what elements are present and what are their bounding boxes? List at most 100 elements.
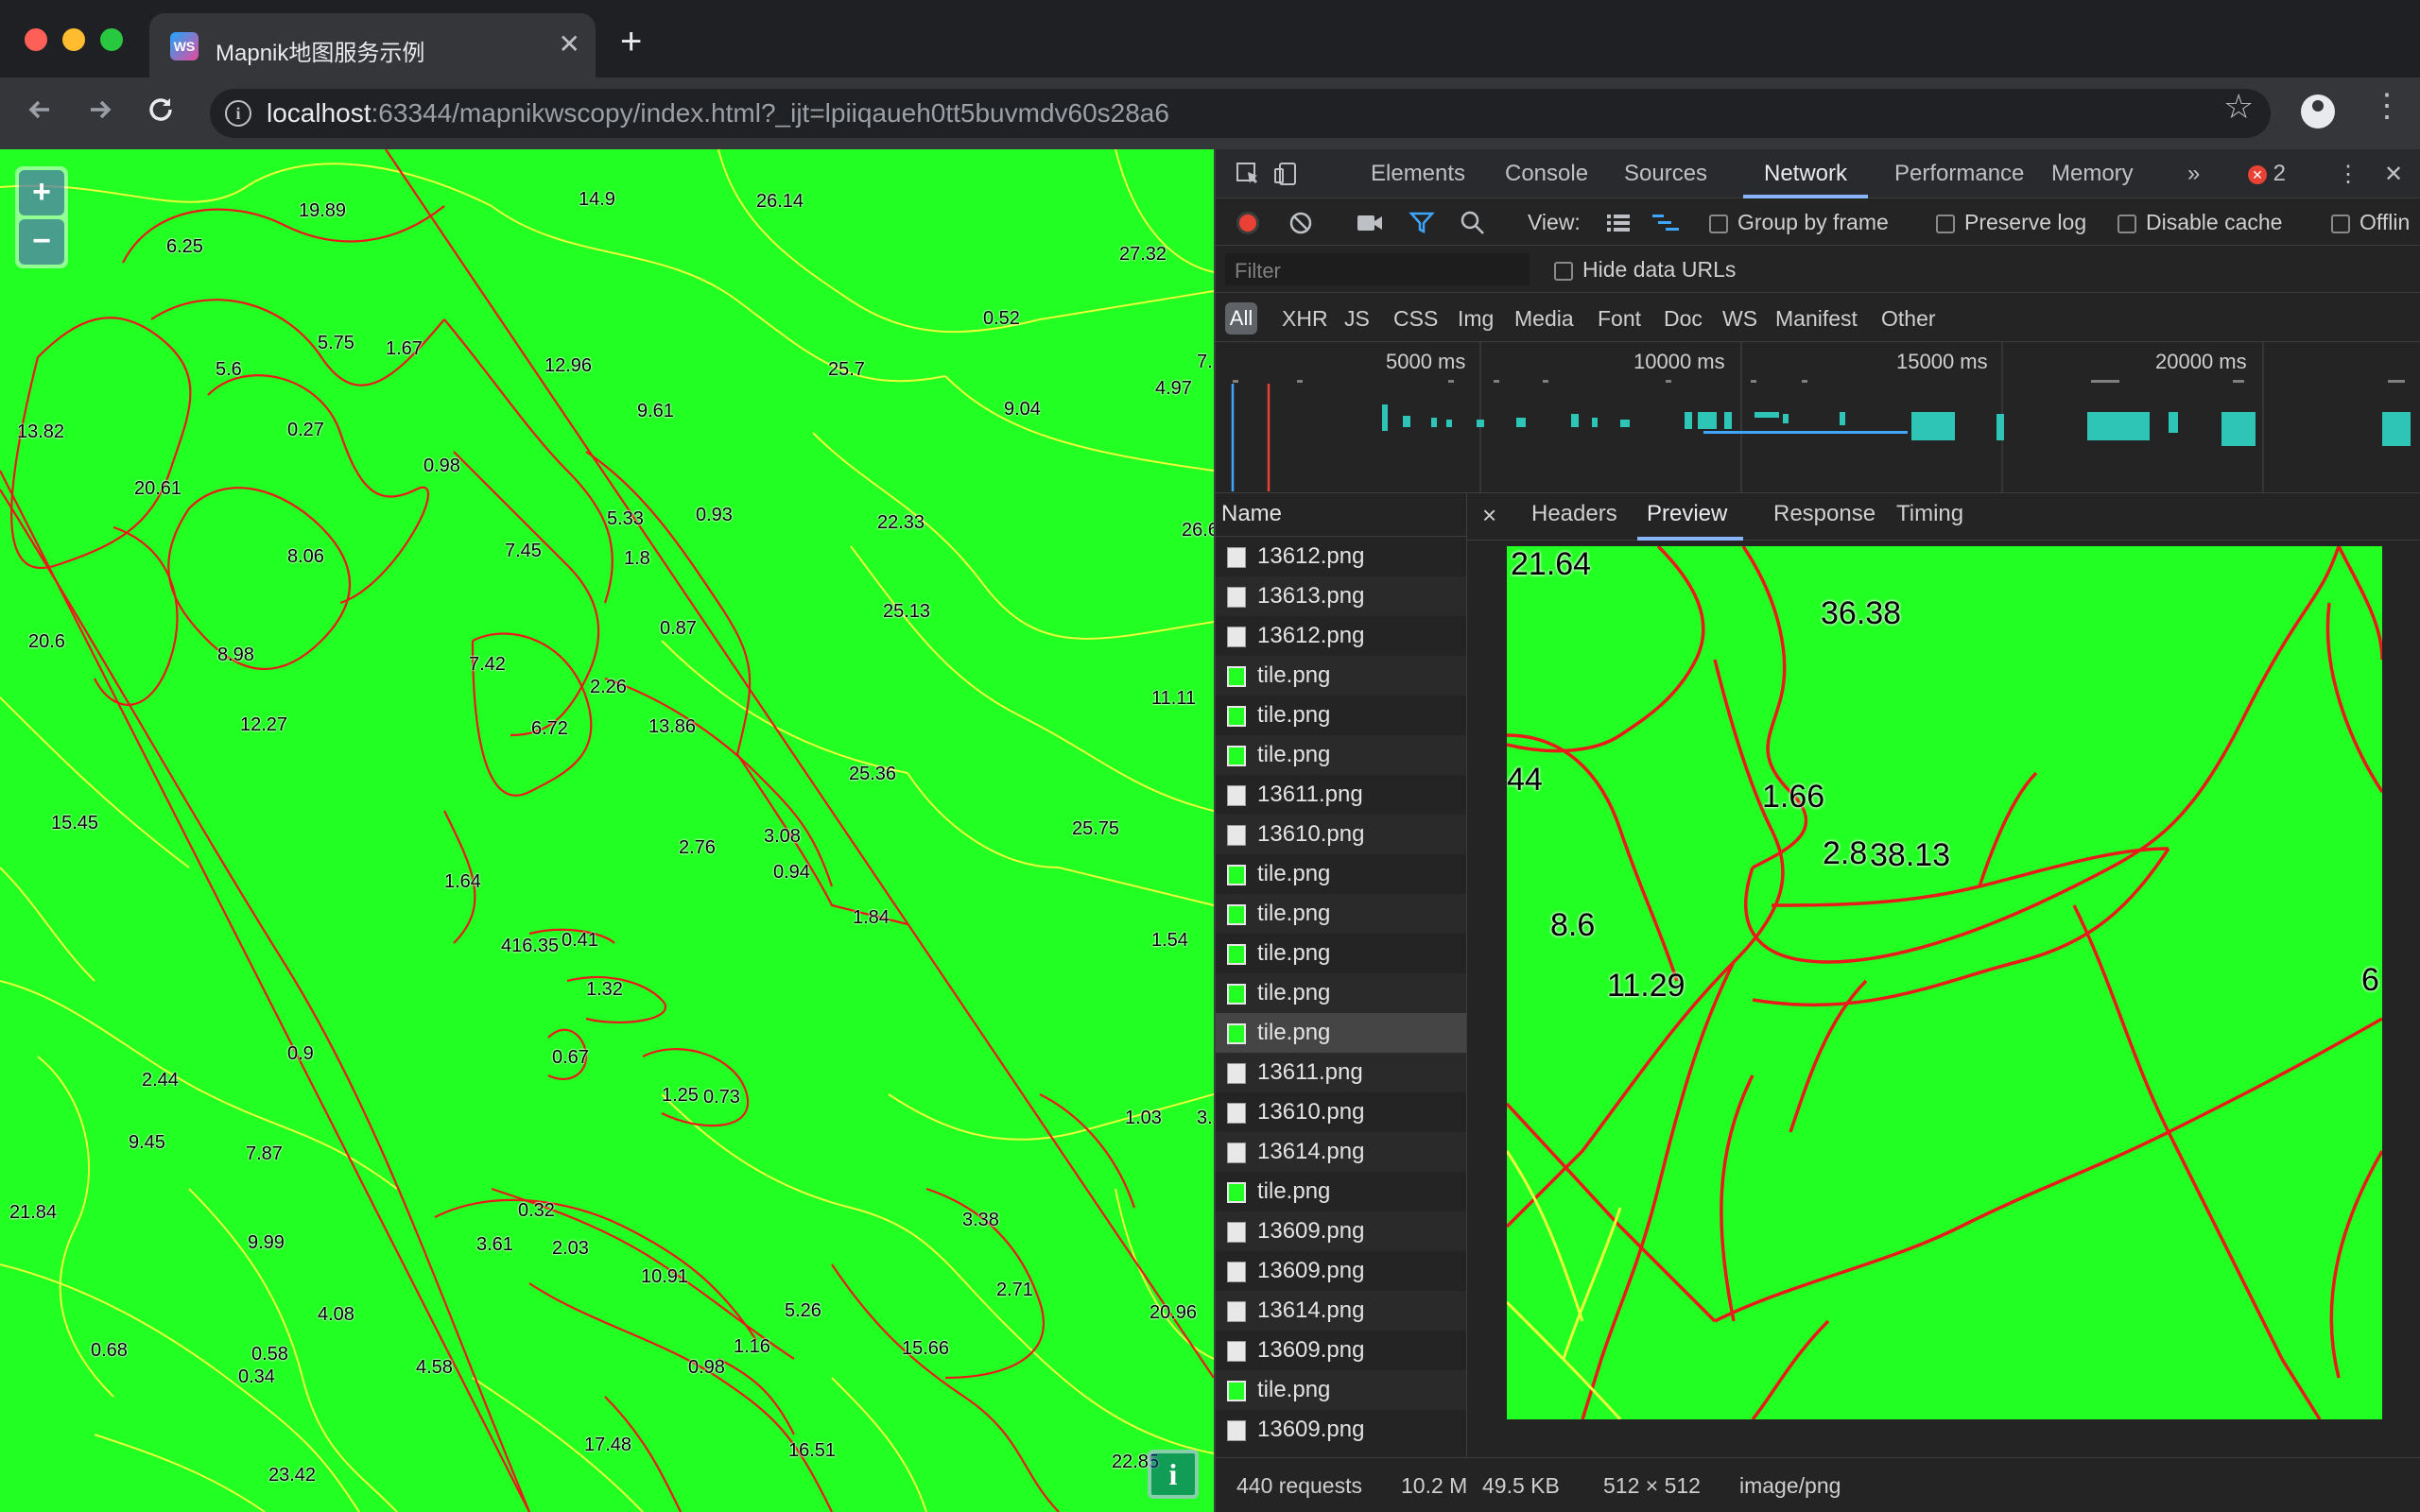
- maximize-window-button[interactable]: [100, 28, 123, 51]
- devtools-tabbar: Elements Console Sources Network Perform…: [1216, 149, 2420, 198]
- tab-headers[interactable]: Headers: [1531, 501, 1617, 527]
- request-list: 13612.png 13613.png 13612.png tile.png tile.…: [1216, 537, 1466, 1450]
- request-row[interactable]: 13609.png: [1216, 1251, 1466, 1291]
- timeline-tick-label: 15000 ms: [1896, 350, 1988, 373]
- request-row[interactable]: tile.png: [1216, 934, 1466, 973]
- request-row[interactable]: 13614.png: [1216, 1291, 1466, 1331]
- minimize-window-button[interactable]: [62, 28, 85, 51]
- screenshot-camera-icon[interactable]: [1356, 212, 1384, 234]
- preview-polygon-label: 44: [1507, 762, 1543, 798]
- forward-button[interactable]: [85, 94, 115, 132]
- record-icon[interactable]: [1236, 212, 1259, 234]
- bookmark-star-icon[interactable]: ☆: [2223, 87, 2254, 127]
- filter-funnel-icon[interactable]: [1409, 210, 1435, 236]
- search-icon[interactable]: [1460, 210, 1486, 236]
- timeline-tick-label: 5000 ms: [1386, 350, 1466, 373]
- name-column-header[interactable]: Name: [1216, 493, 1466, 537]
- devtools-close-icon[interactable]: ✕: [2384, 161, 2403, 188]
- map-polygon-label: 0.94: [773, 862, 810, 883]
- request-row[interactable]: tile.png: [1216, 656, 1466, 696]
- request-row[interactable]: tile.png: [1216, 854, 1466, 894]
- url-text[interactable]: localhost:63344/mapnikwscopy/index.html?…: [267, 98, 1169, 129]
- request-row[interactable]: tile.png: [1216, 894, 1466, 934]
- request-row[interactable]: 13609.png: [1216, 1331, 1466, 1370]
- request-row[interactable]: tile.png: [1216, 1013, 1466, 1053]
- request-row[interactable]: 13611.png: [1216, 1053, 1466, 1092]
- tab-close-icon[interactable]: ✕: [559, 30, 580, 59]
- request-row[interactable]: tile.png: [1216, 696, 1466, 735]
- inspect-element-icon[interactable]: [1235, 161, 1261, 187]
- type-filter-media[interactable]: Media: [1514, 306, 1574, 332]
- request-row[interactable]: 13610.png: [1216, 815, 1466, 854]
- filter-input[interactable]: Filter: [1225, 253, 1530, 285]
- map-polygon-label: 26.6: [1182, 520, 1214, 541]
- profile-avatar-icon[interactable]: [2301, 94, 2335, 129]
- request-row[interactable]: 13610.png: [1216, 1092, 1466, 1132]
- type-filter-other[interactable]: Other: [1881, 306, 1936, 332]
- request-row[interactable]: tile.png: [1216, 973, 1466, 1013]
- request-row[interactable]: 13613.png: [1216, 576, 1466, 616]
- tab-response[interactable]: Response: [1773, 501, 1876, 527]
- group-by-frame-checkbox[interactable]: Group by frame: [1709, 210, 1889, 235]
- reload-button[interactable]: [146, 94, 176, 132]
- tab-elements[interactable]: Elements: [1371, 161, 1465, 187]
- tab-preview[interactable]: Preview: [1647, 501, 1727, 527]
- back-button[interactable]: [25, 94, 55, 132]
- request-name: 13609.png: [1257, 1258, 1365, 1283]
- preserve-log-checkbox[interactable]: Preserve log: [1936, 210, 2086, 235]
- devtools-menu-icon[interactable]: ⋮: [2337, 161, 2360, 188]
- map-polygon-label: 6.72: [531, 718, 568, 739]
- map-polygon-label: 17.48: [584, 1435, 632, 1455]
- type-filter-js[interactable]: JS: [1344, 306, 1370, 332]
- attribution-info-button[interactable]: i: [1148, 1450, 1199, 1499]
- request-row[interactable]: 13612.png: [1216, 537, 1466, 576]
- map-view[interactable]: 19.89 14.9 26.14 6.25 27.32 0.52 5.75 1.67 5.6 12…: [0, 149, 1214, 1512]
- zoom-in-button[interactable]: +: [19, 170, 64, 215]
- type-filter-ws[interactable]: WS: [1722, 306, 1757, 332]
- browser-menu-icon[interactable]: ⋮: [2371, 87, 2403, 125]
- request-row[interactable]: tile.png: [1216, 1172, 1466, 1211]
- type-filter-font[interactable]: Font: [1598, 306, 1641, 332]
- type-filter-css[interactable]: CSS: [1393, 306, 1438, 332]
- type-filter-img[interactable]: Img: [1458, 306, 1494, 332]
- address-bar[interactable]: i localhost:63344/mapnikwscopy/index.htm…: [210, 89, 2271, 138]
- more-tabs-icon[interactable]: »: [2187, 161, 2200, 187]
- close-window-button[interactable]: [25, 28, 47, 51]
- map-polygon-label: 25.75: [1072, 818, 1120, 839]
- tab-network[interactable]: Network: [1764, 161, 1847, 187]
- clear-icon[interactable]: [1288, 210, 1314, 236]
- detail-close-icon[interactable]: ×: [1482, 501, 1496, 530]
- type-filter-doc[interactable]: Doc: [1664, 306, 1703, 332]
- error-badge[interactable]: ✕ 2: [2248, 161, 2286, 187]
- request-row[interactable]: 13609.png: [1216, 1410, 1466, 1450]
- type-filter-all[interactable]: All: [1225, 302, 1257, 335]
- request-name: 13614.png: [1257, 1297, 1365, 1323]
- tab-timing[interactable]: Timing: [1896, 501, 1963, 527]
- map-polygon-label: 12.27: [240, 714, 288, 735]
- request-name: 13612.png: [1257, 623, 1365, 648]
- request-row[interactable]: 13609.png: [1216, 1211, 1466, 1251]
- site-info-icon[interactable]: i: [225, 100, 251, 127]
- new-tab-button[interactable]: +: [620, 23, 642, 60]
- network-overview-timeline[interactable]: 5000 ms 10000 ms 15000 ms 20000 ms: [1216, 342, 2420, 493]
- map-polygon-label: 5.75: [318, 333, 354, 353]
- disable-cache-checkbox[interactable]: Disable cache: [2118, 210, 2282, 235]
- request-row[interactable]: 13614.png: [1216, 1132, 1466, 1172]
- type-filter-manifest[interactable]: Manifest: [1775, 306, 1858, 332]
- request-row[interactable]: 13611.png: [1216, 775, 1466, 815]
- device-toolbar-icon[interactable]: [1272, 161, 1299, 187]
- large-rows-icon[interactable]: [1605, 212, 1632, 234]
- tab-performance[interactable]: Performance: [1894, 161, 2024, 187]
- tab-sources[interactable]: Sources: [1624, 161, 1707, 187]
- offline-checkbox[interactable]: Offlin: [2331, 210, 2410, 235]
- browser-tab[interactable]: WS Mapnik地图服务示例 ✕: [149, 13, 596, 77]
- hide-data-urls-checkbox[interactable]: Hide data URLs: [1554, 257, 1736, 283]
- tab-console[interactable]: Console: [1505, 161, 1588, 187]
- request-row[interactable]: 13612.png: [1216, 616, 1466, 656]
- request-row[interactable]: tile.png: [1216, 735, 1466, 775]
- request-row[interactable]: tile.png: [1216, 1370, 1466, 1410]
- waterfall-overview-icon[interactable]: [1651, 212, 1681, 234]
- type-filter-xhr[interactable]: XHR: [1282, 306, 1328, 332]
- tab-memory[interactable]: Memory: [2051, 161, 2134, 187]
- zoom-out-button[interactable]: −: [19, 219, 64, 265]
